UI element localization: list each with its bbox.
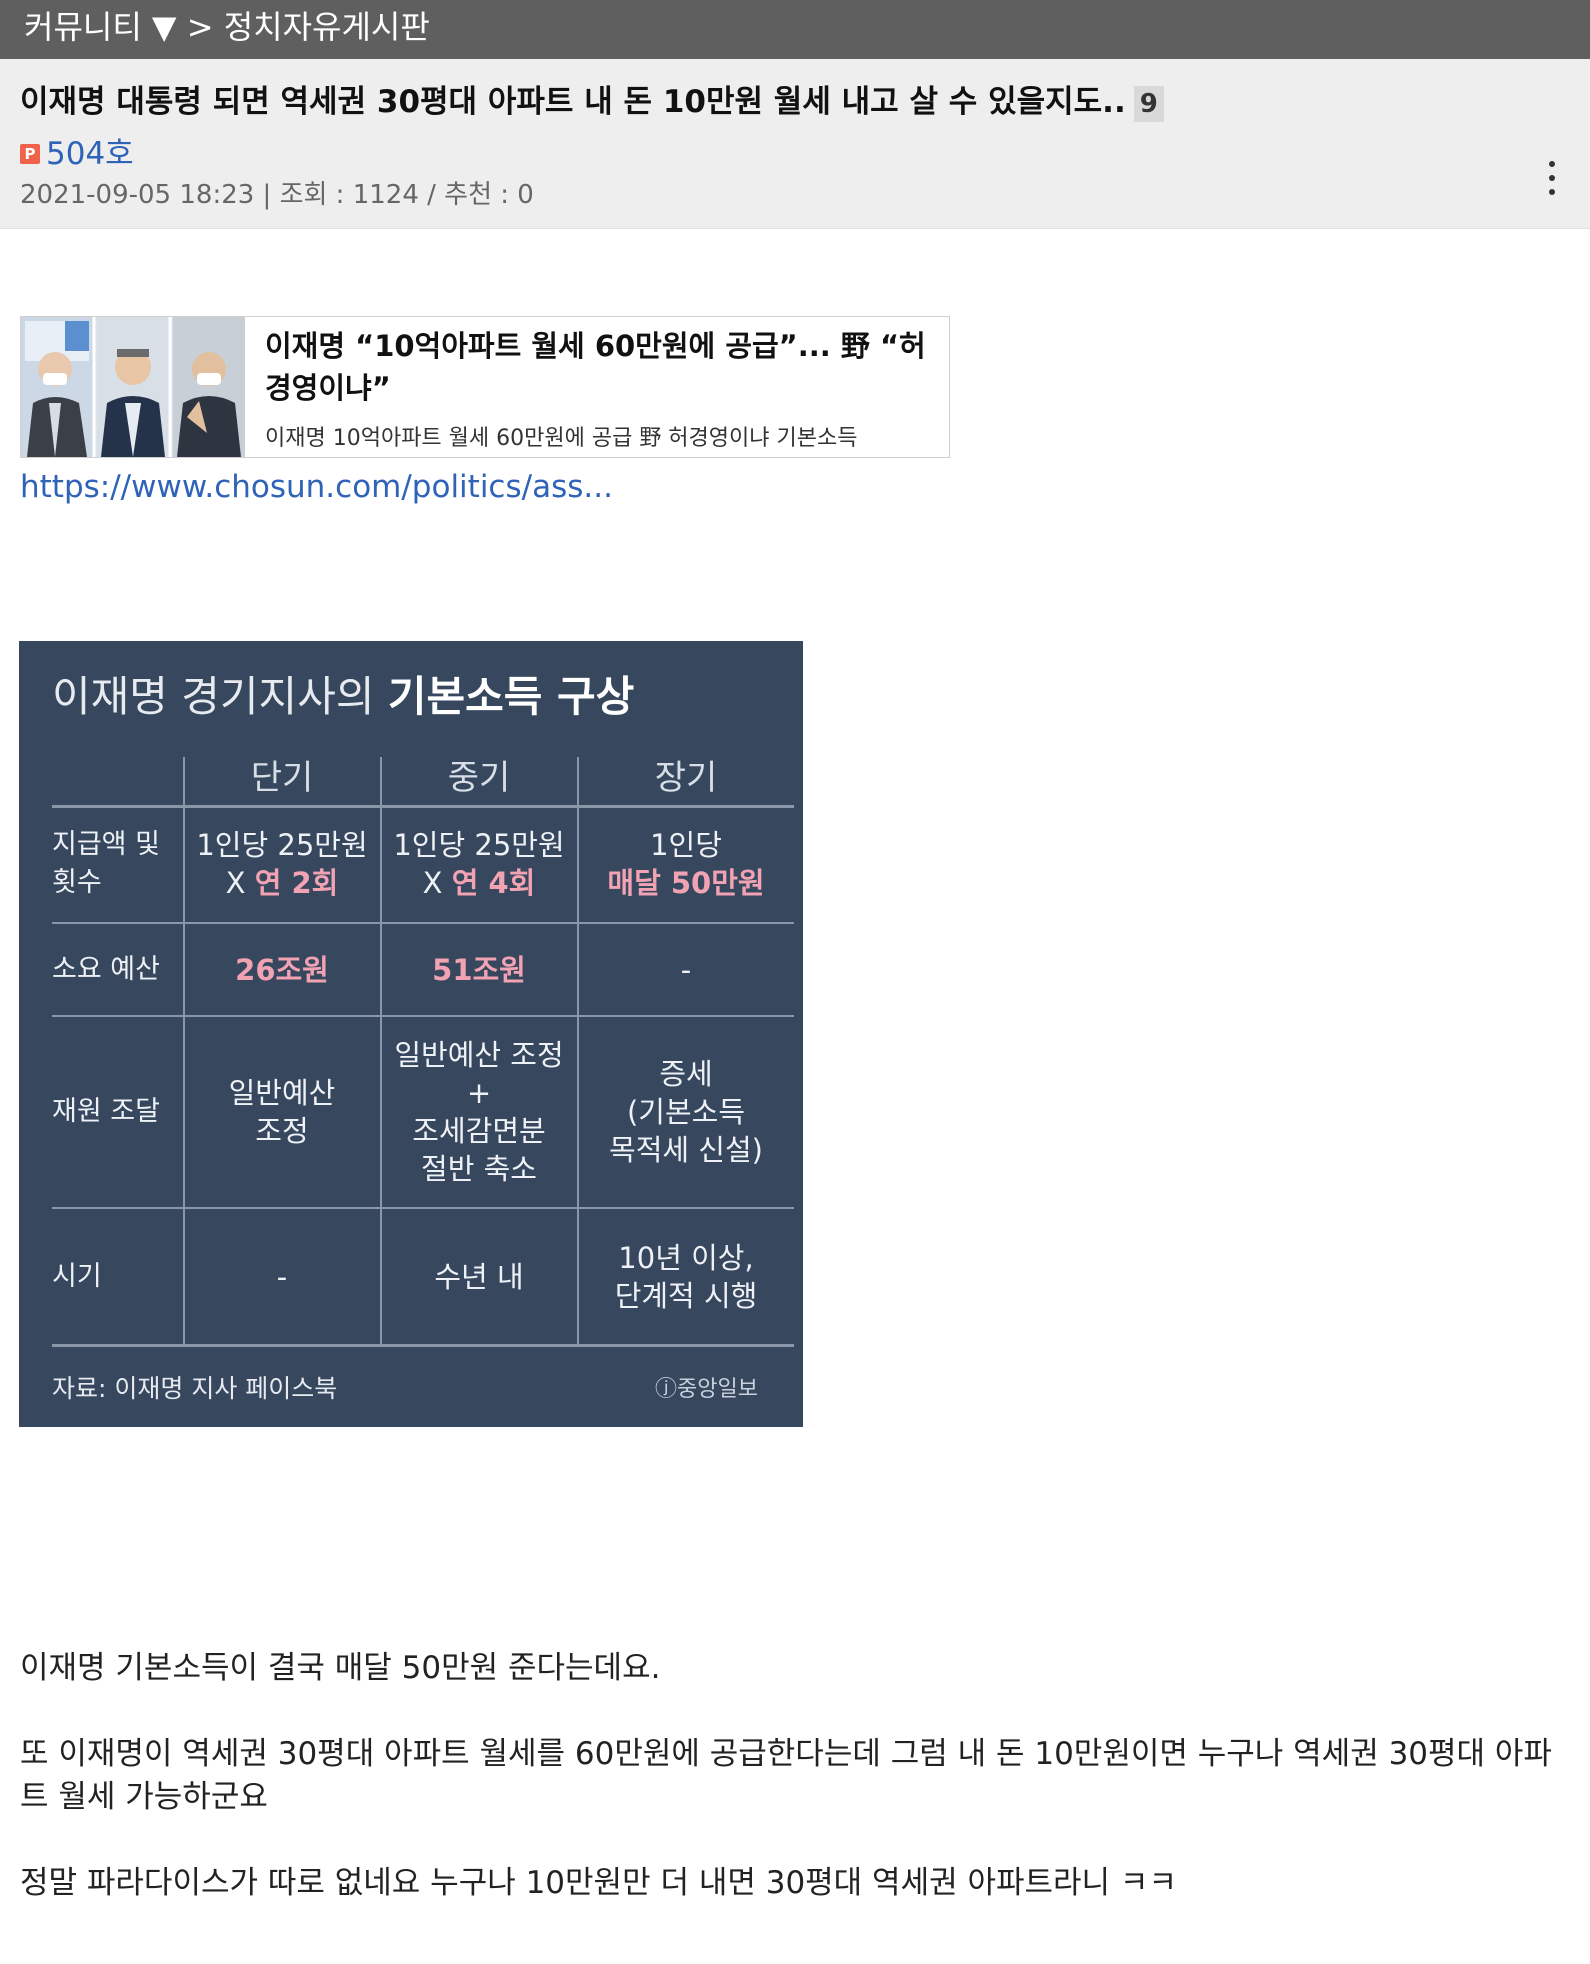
infographic-title: 이재명 경기지사의 기본소득 구상 (52, 672, 635, 721)
table-cell: 일반예산 조정 (228, 1076, 336, 1148)
publisher-logo: ⓙ중앙일보 (655, 1377, 758, 1402)
table-cell: 수년 내 (434, 1259, 524, 1294)
post-header: 이재명 대통령 되면 역세권 30평대 아파트 내 돈 10만원 월세 내고 살… (0, 59, 1590, 229)
comment-count-badge[interactable]: 9 (1133, 85, 1164, 122)
link-card-description: 이재명 10억아파트 월세 60만원에 공급 野 허경영이냐 기본소득 (265, 426, 858, 451)
community-menu[interactable]: 커뮤니티 ▼ (24, 8, 177, 46)
table-cell: 26조원 (235, 952, 329, 987)
table-cell: 1인당 25만원 X 연 2회 (196, 827, 368, 900)
body-paragraph: 정말 파라다이스가 따로 없네요 누구나 10만원만 더 내면 30평대 역세권… (20, 1865, 1177, 1901)
link-thumbnail (21, 317, 245, 457)
author-name[interactable]: 504호 (46, 136, 134, 172)
breadcrumb-separator: > (176, 8, 224, 46)
table-cell: 1인당 매달 50만원 (607, 827, 765, 900)
author-line: P 504호 (20, 134, 134, 174)
row-label: 재원 조달 (52, 1096, 160, 1127)
table-cell: 증세 (기본소득 목적세 신설) (609, 1057, 763, 1167)
column-header: 단기 (250, 758, 314, 798)
table-cell: 일반예산 조정 + 조세감면분 절반 축소 (394, 1038, 564, 1186)
body-paragraph: 이재명 기본소득이 결국 매달 50만원 준다는데요. (20, 1650, 661, 1686)
board-link[interactable]: 정치자유게시판 (224, 8, 430, 46)
basic-income-infographic: 이재명 경기지사의 기본소득 구상 단기 중기 장기 지급액 및 횟수 1인당 2… (19, 641, 803, 1427)
table-cell: 1인당 25만원 X 연 4회 (393, 827, 565, 900)
more-options-icon[interactable] (1540, 161, 1564, 207)
post-title-line: 이재명 대통령 되면 역세권 30평대 아파트 내 돈 10만원 월세 내고 살… (20, 81, 1520, 123)
source-url-link[interactable]: https://www.chosun.com/politics/ass... (20, 466, 613, 508)
row-label: 지급액 및 횟수 (52, 828, 160, 898)
table-cell: 51조원 (432, 952, 526, 987)
post-title: 이재명 대통령 되면 역세권 30평대 아파트 내 돈 10만원 월세 내고 살… (20, 84, 1126, 120)
post-meta: 2021-09-05 18:23 | 조회 : 1124 / 추천 : 0 (20, 180, 534, 210)
column-header: 장기 (654, 758, 718, 798)
column-header: 중기 (447, 758, 511, 798)
table-cell: - (276, 1259, 288, 1294)
breadcrumb-bar: 커뮤니티 ▼ > 정치자유게시판 (0, 0, 1590, 59)
link-preview-card[interactable]: 이재명 “10억아파트 월세 60만원에 공급”... 野 “허경영이냐” 이재… (20, 316, 950, 458)
body-paragraph: 또 이재명이 역세권 30평대 아파트 월세를 60만원에 공급한다는데 그럼 … (20, 1736, 1552, 1815)
table-cell: 10년 이상, 단계적 시행 (614, 1240, 758, 1313)
member-level-icon: P (20, 143, 40, 164)
row-label: 소요 예산 (52, 953, 160, 985)
table-divider (52, 1344, 794, 1347)
row-label: 시기 (52, 1260, 102, 1292)
infographic-source: 자료: 이재명 지사 페이스북 (52, 1374, 338, 1403)
table-cell: - (680, 952, 692, 987)
link-card-title[interactable]: 이재명 “10억아파트 월세 60만원에 공급”... 野 “허경영이냐” (265, 325, 935, 409)
